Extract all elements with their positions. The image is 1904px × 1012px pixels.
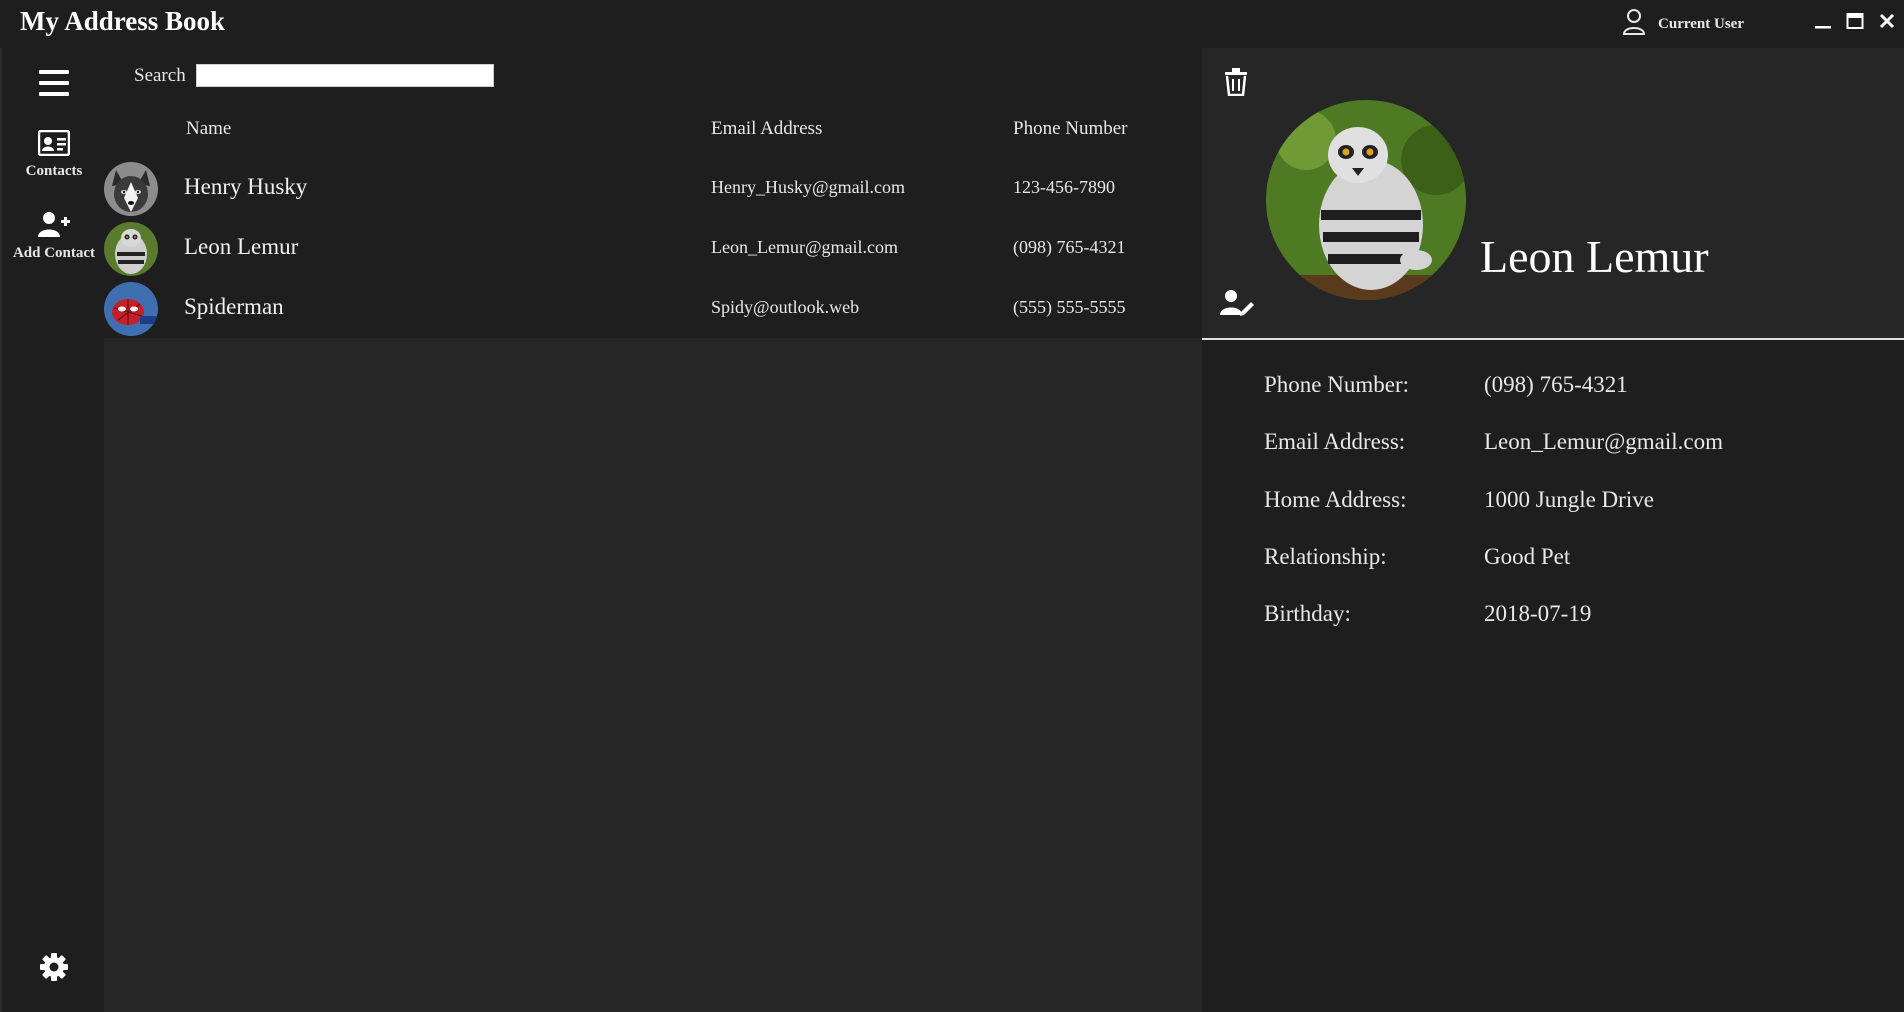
contact-phone: (555) 555-5555	[1013, 297, 1126, 317]
sidebar-item-label: Contacts	[25, 163, 83, 179]
close-button[interactable]	[1876, 10, 1898, 32]
field-label-phone: Phone Number:	[1264, 372, 1410, 397]
sidebar: Contacts Add Contact	[0, 48, 106, 1012]
contact-phone: 123-456-7890	[1013, 177, 1115, 197]
column-header-phone[interactable]: Phone Number	[1013, 118, 1128, 140]
user-plus-icon	[38, 212, 70, 237]
field-value-birthday: 2018-07-19	[1484, 601, 1592, 626]
edit-contact-button[interactable]	[1220, 288, 1256, 318]
settings-button[interactable]	[2, 952, 106, 987]
contact-photo	[1266, 100, 1466, 300]
app-title: My Address Book	[20, 6, 226, 36]
field-value-home-address: 1000 Jungle Drive	[1484, 487, 1654, 512]
window-controls	[1812, 10, 1904, 32]
field-label-home-address: Home Address:	[1264, 487, 1407, 512]
field-label-relationship: Relationship:	[1264, 544, 1387, 569]
hamburger-icon	[39, 70, 69, 96]
sidebar-item-label: Add Contact	[12, 245, 96, 261]
field-value-relationship: Good Pet	[1484, 544, 1571, 569]
table-row[interactable]: Henry Husky Henry_Husky@gmail.com 123-45…	[104, 158, 1202, 218]
contact-email: Henry_Husky@gmail.com	[711, 177, 906, 197]
lemur-photo	[104, 222, 158, 276]
minimize-button[interactable]	[1812, 10, 1834, 32]
contact-name: Henry Husky	[184, 174, 308, 199]
contact-card-icon	[37, 129, 71, 157]
user-edit-icon	[1220, 290, 1254, 316]
menu-button[interactable]	[2, 70, 106, 101]
spiderman-photo	[104, 282, 158, 336]
sidebar-item-contacts[interactable]: Contacts	[2, 129, 106, 180]
field-value-phone: (098) 765-4321	[1484, 372, 1628, 397]
contact-detail-name: Leon Lemur	[1480, 231, 1709, 282]
column-header-email[interactable]: Email Address	[711, 118, 822, 140]
table-row[interactable]: Leon Lemur Leon_Lemur@gmail.com (098) 76…	[104, 218, 1202, 278]
sidebar-item-add-contact[interactable]: Add Contact	[2, 210, 106, 262]
contact-email: Spidy@outlook.web	[711, 297, 860, 317]
husky-photo	[104, 162, 158, 216]
contact-detail-header: Leon Lemur	[1202, 48, 1904, 340]
search-label: Search	[134, 65, 186, 86]
maximize-icon	[1846, 13, 1864, 29]
delete-contact-button[interactable]	[1224, 68, 1254, 98]
maximize-button[interactable]	[1844, 10, 1866, 32]
column-header-name[interactable]: Name	[186, 118, 231, 140]
contacts-list-panel: Search Name Email Address Phone Number H…	[104, 48, 1202, 1012]
contact-email: Leon_Lemur@gmail.com	[711, 237, 899, 257]
field-label-birthday: Birthday:	[1264, 601, 1351, 626]
field-value-email: Leon_Lemur@gmail.com	[1484, 429, 1723, 454]
current-user[interactable]: Current User	[1622, 8, 1744, 41]
contact-name: Spiderman	[184, 294, 284, 319]
table-row[interactable]: Spiderman Spidy@outlook.web (555) 555-55…	[104, 278, 1202, 338]
contact-detail-panel: Leon Lemur Phone Number: (098) 765-4321 …	[1202, 48, 1904, 1012]
contact-phone: (098) 765-4321	[1013, 237, 1126, 257]
current-user-label: Current User	[1658, 16, 1744, 32]
trash-icon	[1225, 68, 1247, 97]
user-outline-icon	[1622, 8, 1646, 41]
contacts-table: Search Name Email Address Phone Number H…	[104, 48, 1202, 338]
close-icon	[1879, 13, 1895, 29]
field-label-email: Email Address:	[1264, 429, 1406, 454]
minimize-icon	[1815, 26, 1831, 29]
contact-name: Leon Lemur	[184, 234, 299, 259]
gear-icon	[40, 953, 68, 981]
search-input[interactable]	[196, 64, 494, 87]
